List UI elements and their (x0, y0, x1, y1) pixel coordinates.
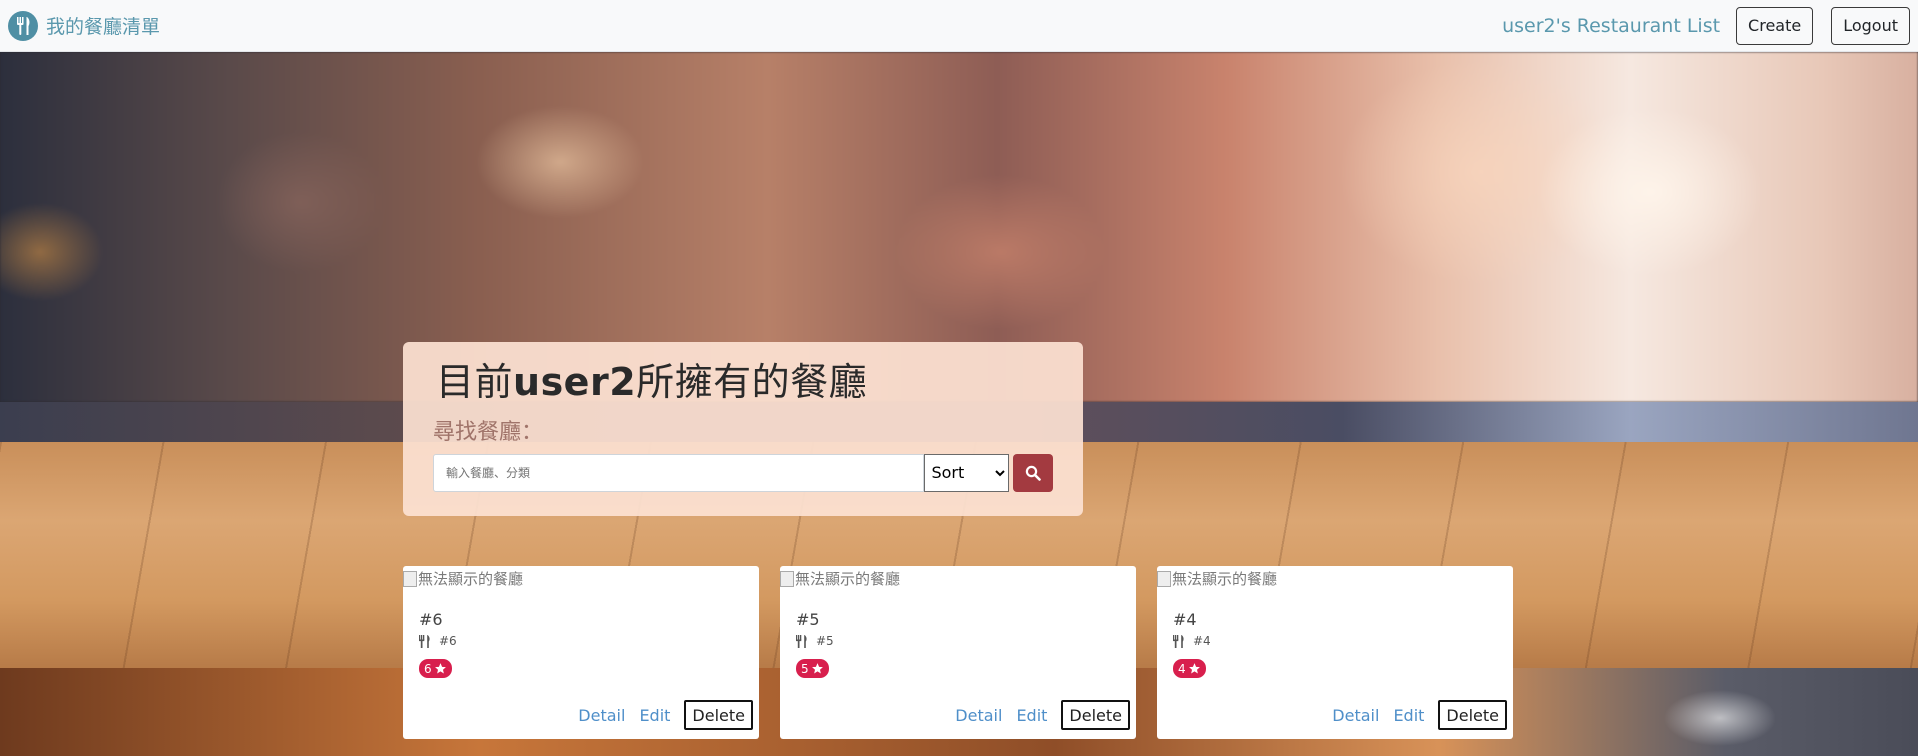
restaurant-name: #4 (1173, 610, 1197, 629)
broken-image-icon (780, 570, 794, 587)
image-alt-text: 無法顯示的餐廳 (1172, 570, 1278, 588)
detail-link[interactable]: Detail (578, 706, 625, 725)
title-suffix: 所擁有的餐廳 (636, 360, 868, 404)
brand-link[interactable]: 我的餐廳清單 (8, 10, 161, 41)
title-user: user2 (513, 360, 637, 404)
page-title: 目前user2所擁有的餐廳 (436, 360, 1053, 404)
detail-link[interactable]: Detail (1332, 706, 1379, 725)
search-icon (1025, 465, 1041, 481)
rating-badge: 4 (1173, 659, 1206, 678)
delete-button[interactable]: Delete (684, 700, 753, 730)
delete-button[interactable]: Delete (1438, 700, 1507, 730)
image-alt-text: 無法顯示的餐廳 (795, 570, 901, 588)
nav-actions: user2's Restaurant List Create Logout (1502, 6, 1910, 45)
restaurant-name: #6 (419, 610, 443, 629)
restaurant-name: #5 (796, 610, 820, 629)
category-text: #5 (816, 634, 834, 648)
user-list-title[interactable]: user2's Restaurant List (1502, 15, 1720, 37)
rating-badge: 5 (796, 659, 829, 678)
search-input[interactable] (433, 453, 925, 492)
restaurant-card[interactable]: 無法顯示的餐廳 #4 #4 4 Detail Edit Delete (1157, 566, 1513, 739)
restaurant-image: 無法顯示的餐廳 (780, 568, 900, 589)
restaurant-category: #6 (419, 634, 457, 648)
edit-link[interactable]: Edit (1016, 706, 1047, 725)
search-panel: 目前user2所擁有的餐廳 尋找餐廳： Sort (403, 342, 1083, 516)
category-text: #4 (1193, 634, 1211, 648)
rating-badge: 6 (419, 659, 452, 678)
logout-button[interactable]: Logout (1831, 6, 1910, 45)
search-button[interactable] (1012, 453, 1053, 492)
broken-image-icon (1157, 570, 1171, 587)
restaurant-image: 無法顯示的餐廳 (403, 568, 523, 589)
utensils-icon (1173, 634, 1184, 648)
search-row: Sort (433, 453, 1053, 492)
navbar: 我的餐廳清單 user2's Restaurant List Create Lo… (0, 0, 1918, 52)
card-actions: Detail Edit Delete (578, 700, 753, 730)
utensils-icon (796, 634, 807, 648)
category-text: #6 (439, 634, 457, 648)
card-actions: Detail Edit Delete (1332, 700, 1507, 730)
restaurant-image: 無法顯示的餐廳 (1157, 568, 1277, 589)
star-icon (811, 663, 823, 674)
find-restaurant-label: 尋找餐廳： (433, 419, 544, 445)
star-icon (1188, 663, 1200, 674)
rating-value: 6 (424, 661, 432, 676)
restaurant-card[interactable]: 無法顯示的餐廳 #5 #5 5 Detail Edit Delete (780, 566, 1136, 739)
rating-value: 4 (1178, 661, 1186, 676)
restaurant-category: #5 (796, 634, 834, 648)
star-icon (434, 663, 446, 674)
card-actions: Detail Edit Delete (955, 700, 1130, 730)
restaurant-card[interactable]: 無法顯示的餐廳 #6 #6 6 Detail Edit Delete (403, 566, 759, 739)
detail-link[interactable]: Detail (955, 706, 1002, 725)
utensils-logo-icon (8, 10, 38, 41)
title-prefix: 目前 (436, 360, 514, 404)
restaurant-category: #4 (1173, 634, 1211, 648)
broken-image-icon (403, 570, 417, 587)
utensils-icon (419, 634, 430, 648)
image-alt-text: 無法顯示的餐廳 (418, 570, 524, 588)
rating-value: 5 (801, 661, 809, 676)
edit-link[interactable]: Edit (1393, 706, 1424, 725)
edit-link[interactable]: Edit (639, 706, 670, 725)
brand-title: 我的餐廳清單 (46, 16, 161, 38)
delete-button[interactable]: Delete (1061, 700, 1130, 730)
sort-select[interactable]: Sort (924, 453, 1009, 492)
create-button[interactable]: Create (1736, 6, 1814, 45)
